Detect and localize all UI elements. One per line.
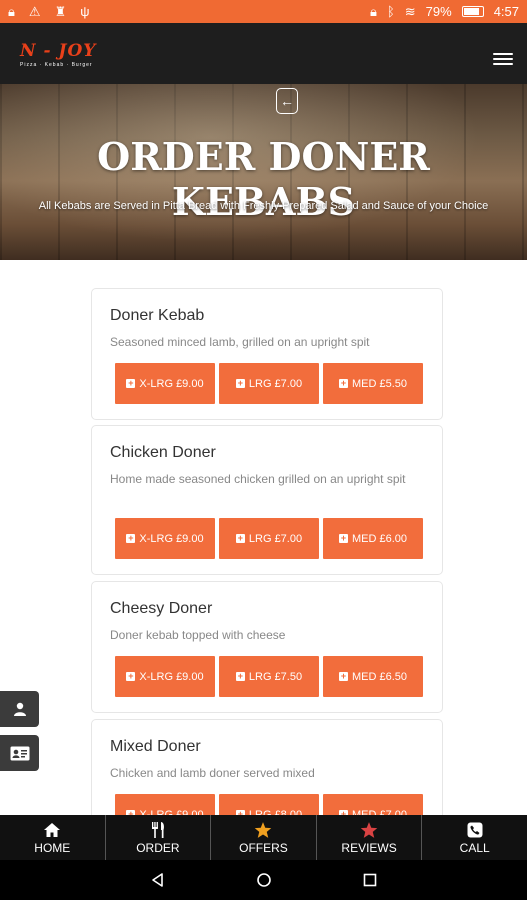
contact-card-button[interactable] <box>0 735 39 771</box>
plus-icon: + <box>126 533 136 543</box>
back-arrow-icon[interactable]: ← <box>276 88 298 114</box>
nav-offers[interactable]: OFFERS <box>211 815 317 860</box>
nav-order[interactable]: ORDER <box>106 815 212 860</box>
plus-icon: + <box>338 533 348 543</box>
add-x-large-button[interactable]: +X-LRG £9.00 <box>115 518 215 559</box>
system-navigation-bar <box>0 860 527 900</box>
nav-call[interactable]: CALL <box>422 815 527 860</box>
item-description: Home made seasoned chicken grilled on an… <box>110 472 406 486</box>
menu-item-card: Doner Kebab Seasoned minced lamb, grille… <box>91 288 443 420</box>
hamburger-menu-icon[interactable] <box>493 53 513 65</box>
user-account-button[interactable] <box>0 691 39 727</box>
menu-item-card: Chicken Doner Home made seasoned chicken… <box>91 425 443 575</box>
plus-icon: + <box>235 378 245 388</box>
lock-icon: 🔒︎ <box>8 3 15 19</box>
trophy-icon: ♜ <box>54 3 67 19</box>
id-card-icon <box>10 746 29 760</box>
lock-icon: 🔒︎ <box>370 3 377 19</box>
wifi-icon: ≋ <box>404 3 416 19</box>
item-name: Doner Kebab <box>110 307 205 324</box>
add-medium-button[interactable]: + MED £5.50 <box>323 363 423 404</box>
item-description: Seasoned minced lamb, grilled on an upri… <box>110 335 370 349</box>
nav-home[interactable]: HOME <box>0 815 106 860</box>
bluetooth-icon: ᛒ <box>386 4 395 19</box>
cutlery-icon <box>151 821 164 838</box>
plus-icon: + <box>338 671 348 681</box>
nav-reviews[interactable]: REVIEWS <box>317 815 423 860</box>
add-large-button[interactable]: + LRG £7.50 <box>219 656 319 697</box>
plus-icon: + <box>235 533 245 543</box>
plus-icon: + <box>338 378 348 388</box>
star-icon <box>255 821 272 838</box>
item-description: Doner kebab topped with cheese <box>110 628 286 642</box>
home-icon <box>44 822 61 837</box>
logo-tagline: Pizza · Kebab · Burger <box>20 62 93 68</box>
battery-icon <box>461 6 484 17</box>
recents-square-icon[interactable] <box>362 872 378 888</box>
add-large-button[interactable]: + LRG £7.00 <box>219 363 319 404</box>
plus-icon: + <box>126 671 136 681</box>
item-description: Chicken and lamb doner served mixed <box>110 766 315 780</box>
page-subtitle: All Kebabs are Served in Pitta Bread wit… <box>38 200 489 212</box>
app-header: N - JOY Pizza · Kebab · Burger <box>0 23 527 84</box>
menu-item-card: Cheesy Doner Doner kebab topped with che… <box>91 581 443 713</box>
add-medium-button[interactable]: + MED £6.50 <box>323 656 423 697</box>
plus-icon: + <box>126 378 136 388</box>
hero-banner: ← ORDER DONER KEBABS All Kebabs are Serv… <box>0 84 527 260</box>
item-name: Mixed Doner <box>110 738 201 755</box>
item-name: Cheesy Doner <box>110 600 213 617</box>
add-medium-button[interactable]: + MED £6.00 <box>323 518 423 559</box>
bottom-navigation: HOME ORDER OFFERS REVIEWS CALL <box>0 815 527 860</box>
add-large-button[interactable]: + LRG £7.00 <box>219 518 319 559</box>
star-icon <box>360 821 378 838</box>
add-x-large-button[interactable]: +X-LRG £9.00 <box>115 363 215 404</box>
home-circle-icon[interactable] <box>256 872 272 888</box>
logo[interactable]: N - JOY Pizza · Kebab · Burger <box>20 41 96 68</box>
back-triangle-icon[interactable] <box>150 872 166 888</box>
logo-text: N - JOY <box>20 41 97 61</box>
status-bar: 🔒︎ ⚠︎ ♜ ψ 🔒︎ ᛒ ≋ 79% 4:57 <box>0 0 527 23</box>
warning-icon: ⚠︎ <box>28 3 41 19</box>
battery-percent: 79% <box>425 4 452 19</box>
add-x-large-button[interactable]: +X-LRG £9.00 <box>115 656 215 697</box>
phone-icon <box>467 822 483 837</box>
item-name: Chicken Doner <box>110 444 216 461</box>
plus-icon: + <box>235 671 245 681</box>
usb-icon: ψ <box>80 4 90 19</box>
user-icon <box>13 702 26 716</box>
clock: 4:57 <box>493 4 519 19</box>
